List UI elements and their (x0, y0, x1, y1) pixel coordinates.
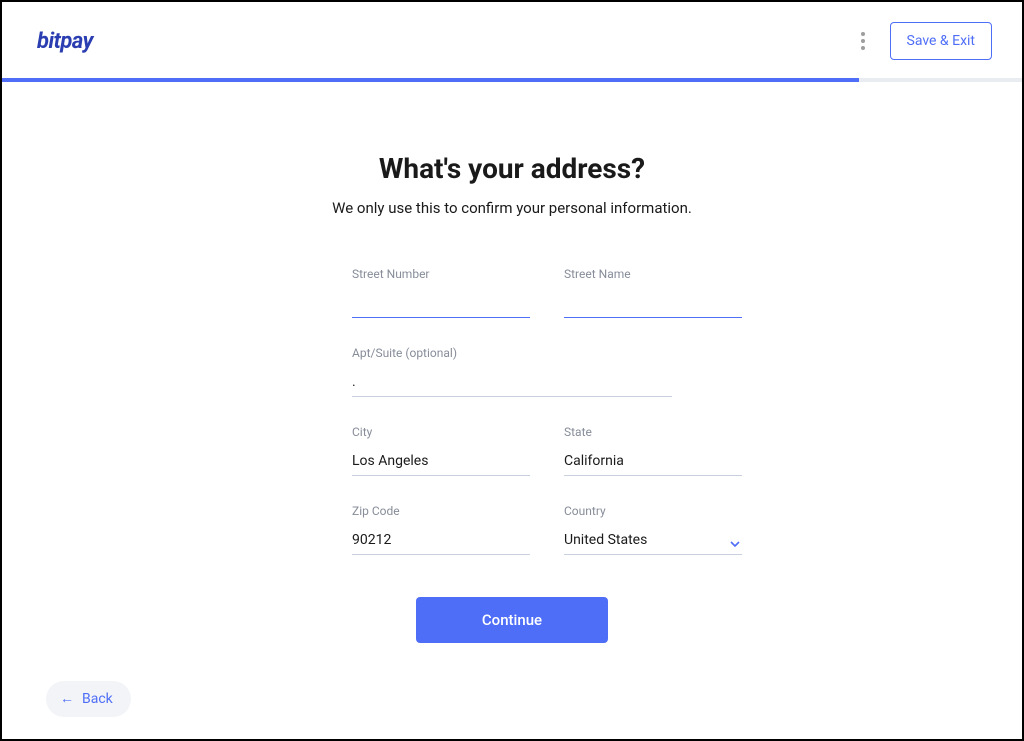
country-select[interactable] (564, 528, 742, 555)
country-label: Country (564, 504, 742, 518)
more-menu-icon[interactable] (856, 27, 870, 55)
back-button[interactable]: ← Back (46, 681, 131, 717)
address-form: Street Number Street Name Apt/Suite (opt… (352, 267, 672, 643)
street-number-label: Street Number (352, 267, 530, 281)
header: bitpay Save & Exit (2, 2, 1022, 78)
continue-button[interactable]: Continue (416, 597, 608, 643)
state-label: State (564, 425, 742, 439)
page-subtitle: We only use this to confirm your persona… (2, 199, 1022, 217)
progress-bar (2, 78, 1022, 82)
back-button-label: Back (82, 691, 113, 707)
city-input[interactable] (352, 449, 530, 476)
header-actions: Save & Exit (856, 22, 992, 60)
page-title: What's your address? (2, 152, 1022, 185)
main-content: What's your address? We only use this to… (2, 82, 1022, 643)
street-number-input[interactable] (352, 291, 530, 318)
progress-fill (2, 78, 859, 82)
street-name-input[interactable] (564, 291, 742, 318)
zip-input[interactable] (352, 528, 530, 555)
city-label: City (352, 425, 530, 439)
arrow-left-icon: ← (60, 692, 74, 706)
apt-field-group: Apt/Suite (optional) (352, 346, 672, 397)
logo: bitpay (37, 29, 93, 54)
zip-field-group: Zip Code (352, 504, 530, 555)
state-input[interactable] (564, 449, 742, 476)
street-name-label: Street Name (564, 267, 742, 281)
state-field-group: State (564, 425, 742, 476)
save-exit-button[interactable]: Save & Exit (890, 22, 992, 60)
zip-label: Zip Code (352, 504, 530, 518)
country-field-group: Country (564, 504, 742, 555)
apt-input[interactable] (352, 370, 672, 397)
street-name-field-group: Street Name (564, 267, 742, 318)
street-number-field-group: Street Number (352, 267, 530, 318)
city-field-group: City (352, 425, 530, 476)
apt-label: Apt/Suite (optional) (352, 346, 672, 360)
